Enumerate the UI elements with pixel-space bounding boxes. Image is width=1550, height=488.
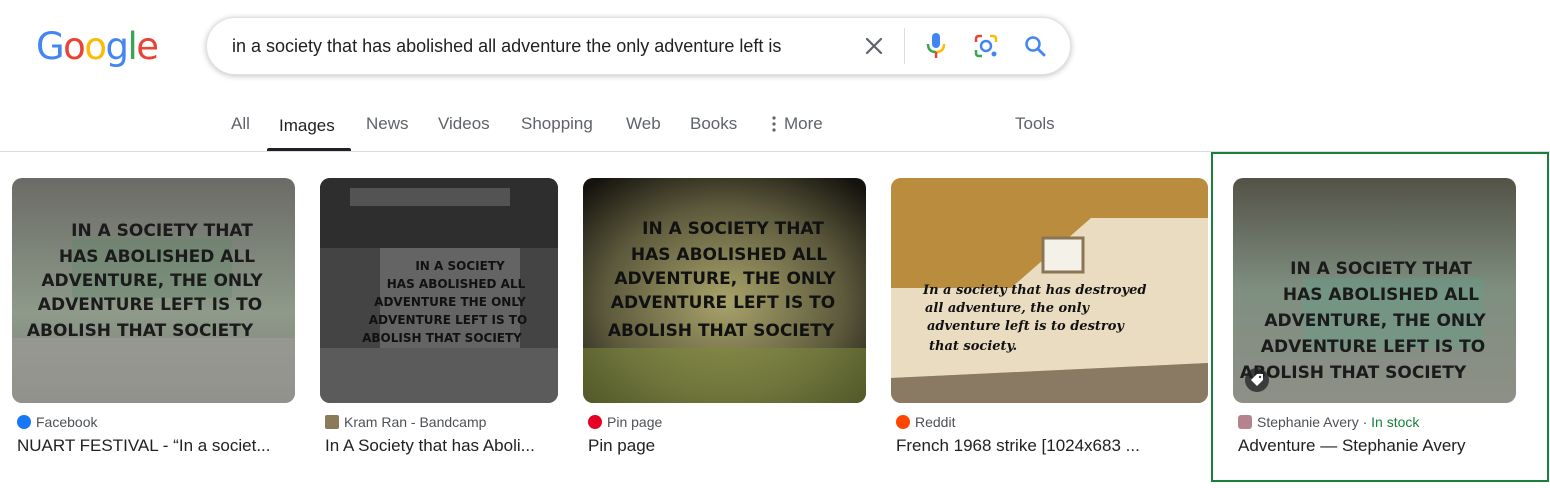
image-text: IN A SOCIETY THAT — [1290, 259, 1472, 279]
image-text: all adventure, the only — [925, 301, 1091, 316]
image-text: IN A SOCIETY THAT — [642, 219, 824, 239]
result-title[interactable]: Adventure — Stephanie Avery — [1238, 436, 1518, 456]
logo-letter: e — [136, 25, 159, 68]
logo-letter: g — [105, 25, 129, 68]
lens-camera-icon[interactable] — [969, 29, 1003, 63]
search-tabs: All Images News Videos Shopping Web Book… — [0, 100, 1550, 152]
search-divider — [904, 28, 905, 64]
logo-letter: o — [84, 25, 107, 68]
result-image[interactable]: IN A SOCIETY THAT HAS ABOLISHED ALL ADVE… — [12, 178, 295, 403]
source-name: Reddit — [915, 414, 956, 430]
stephanie-avery-icon — [1238, 415, 1252, 429]
result-image[interactable]: IN A SOCIETY HAS ABOLISHED ALL ADVENTURE… — [320, 178, 558, 403]
result-title[interactable]: Pin page — [588, 436, 864, 456]
image-text: ABOLISH THAT SOCIETY — [27, 321, 254, 341]
clear-icon[interactable] — [857, 29, 891, 63]
image-text: In a society that has destroyed — [922, 283, 1146, 298]
tab-images[interactable]: Images — [279, 116, 335, 136]
logo-letter: o — [63, 25, 86, 68]
result-source[interactable]: Kram Ran - Bandcamp — [325, 414, 486, 430]
image-text: HAS ABOLISHED ALL — [387, 277, 526, 291]
tab-shopping[interactable]: Shopping — [521, 114, 593, 134]
image-text: ADVENTURE LEFT IS TO — [1261, 337, 1485, 357]
image-text: ADVENTURE, THE ONLY — [41, 271, 263, 291]
microphone-icon[interactable] — [919, 29, 953, 63]
image-text: ADVENTURE LEFT IS TO — [611, 293, 835, 313]
image-text: ADVENTURE, THE ONLY — [614, 269, 836, 289]
more-vert-icon — [772, 116, 776, 132]
facebook-icon — [17, 415, 31, 429]
source-name: Kram Ran - Bandcamp — [344, 414, 487, 430]
result-title[interactable]: French 1968 strike [1024x683 ... — [896, 436, 1208, 456]
image-text: ABOLISH THAT SOCIETY — [1240, 363, 1467, 383]
tab-more[interactable]: More — [772, 114, 823, 134]
tab-more-label: More — [784, 114, 823, 133]
result-source[interactable]: Facebook — [17, 414, 97, 430]
tab-web[interactable]: Web — [626, 114, 661, 134]
result-source[interactable]: Pin page — [588, 414, 662, 430]
image-text: ADVENTURE THE ONLY — [374, 295, 526, 309]
image-text: IN A SOCIETY — [415, 259, 505, 273]
result-title[interactable]: NUART FESTIVAL - “In a societ... — [17, 436, 293, 456]
image-text: ADVENTURE, THE ONLY — [1264, 311, 1486, 331]
image-text: that society. — [929, 339, 1017, 354]
source-name: Stephanie Avery — [1257, 414, 1359, 430]
price-tag-icon — [1245, 368, 1269, 392]
image-text: IN A SOCIETY THAT — [71, 221, 253, 241]
reddit-icon — [896, 415, 910, 429]
logo-letter: G — [36, 25, 65, 68]
availability-badge: In stock — [1371, 414, 1420, 430]
tab-all[interactable]: All — [231, 114, 250, 134]
result-image[interactable]: IN A SOCIETY THAT HAS ABOLISHED ALL ADVE… — [1233, 178, 1516, 403]
result-source[interactable]: Stephanie Avery · In stock — [1238, 414, 1419, 430]
result-title[interactable]: In A Society that has Aboli... — [325, 436, 557, 456]
tools-button[interactable]: Tools — [1015, 114, 1055, 134]
image-text: HAS ABOLISHED ALL — [1283, 285, 1479, 305]
search-box[interactable]: in a society that has abolished all adve… — [206, 17, 1071, 75]
image-text: ADVENTURE LEFT IS TO — [369, 313, 527, 327]
source-name: Pin page — [607, 414, 663, 430]
result-source[interactable]: Reddit — [896, 414, 955, 430]
search-icon[interactable] — [1018, 29, 1052, 63]
result-image[interactable]: IN A SOCIETY THAT HAS ABOLISHED ALL ADVE… — [583, 178, 866, 403]
result-image[interactable]: In a society that has destroyed all adve… — [891, 178, 1208, 403]
pinterest-icon — [588, 415, 602, 429]
bandcamp-icon — [325, 415, 339, 429]
search-input[interactable]: in a society that has abolished all adve… — [232, 18, 852, 74]
tab-news[interactable]: News — [366, 114, 409, 134]
tab-books[interactable]: Books — [690, 114, 737, 134]
source-name: Facebook — [36, 414, 98, 430]
google-logo[interactable]: Google — [36, 25, 159, 68]
image-text: HAS ABOLISHED ALL — [59, 247, 255, 267]
tab-videos[interactable]: Videos — [438, 114, 490, 134]
image-text: ADVENTURE LEFT IS TO — [38, 295, 262, 315]
logo-letter: l — [127, 25, 137, 68]
image-text: ABOLISH THAT SOCIETY — [608, 321, 835, 341]
active-tab-indicator — [267, 148, 351, 151]
source-separator: · — [1358, 414, 1372, 430]
image-text: ABOLISH THAT SOCIETY — [362, 331, 522, 345]
image-text: HAS ABOLISHED ALL — [631, 245, 827, 265]
image-text: adventure left is to destroy — [927, 319, 1125, 334]
